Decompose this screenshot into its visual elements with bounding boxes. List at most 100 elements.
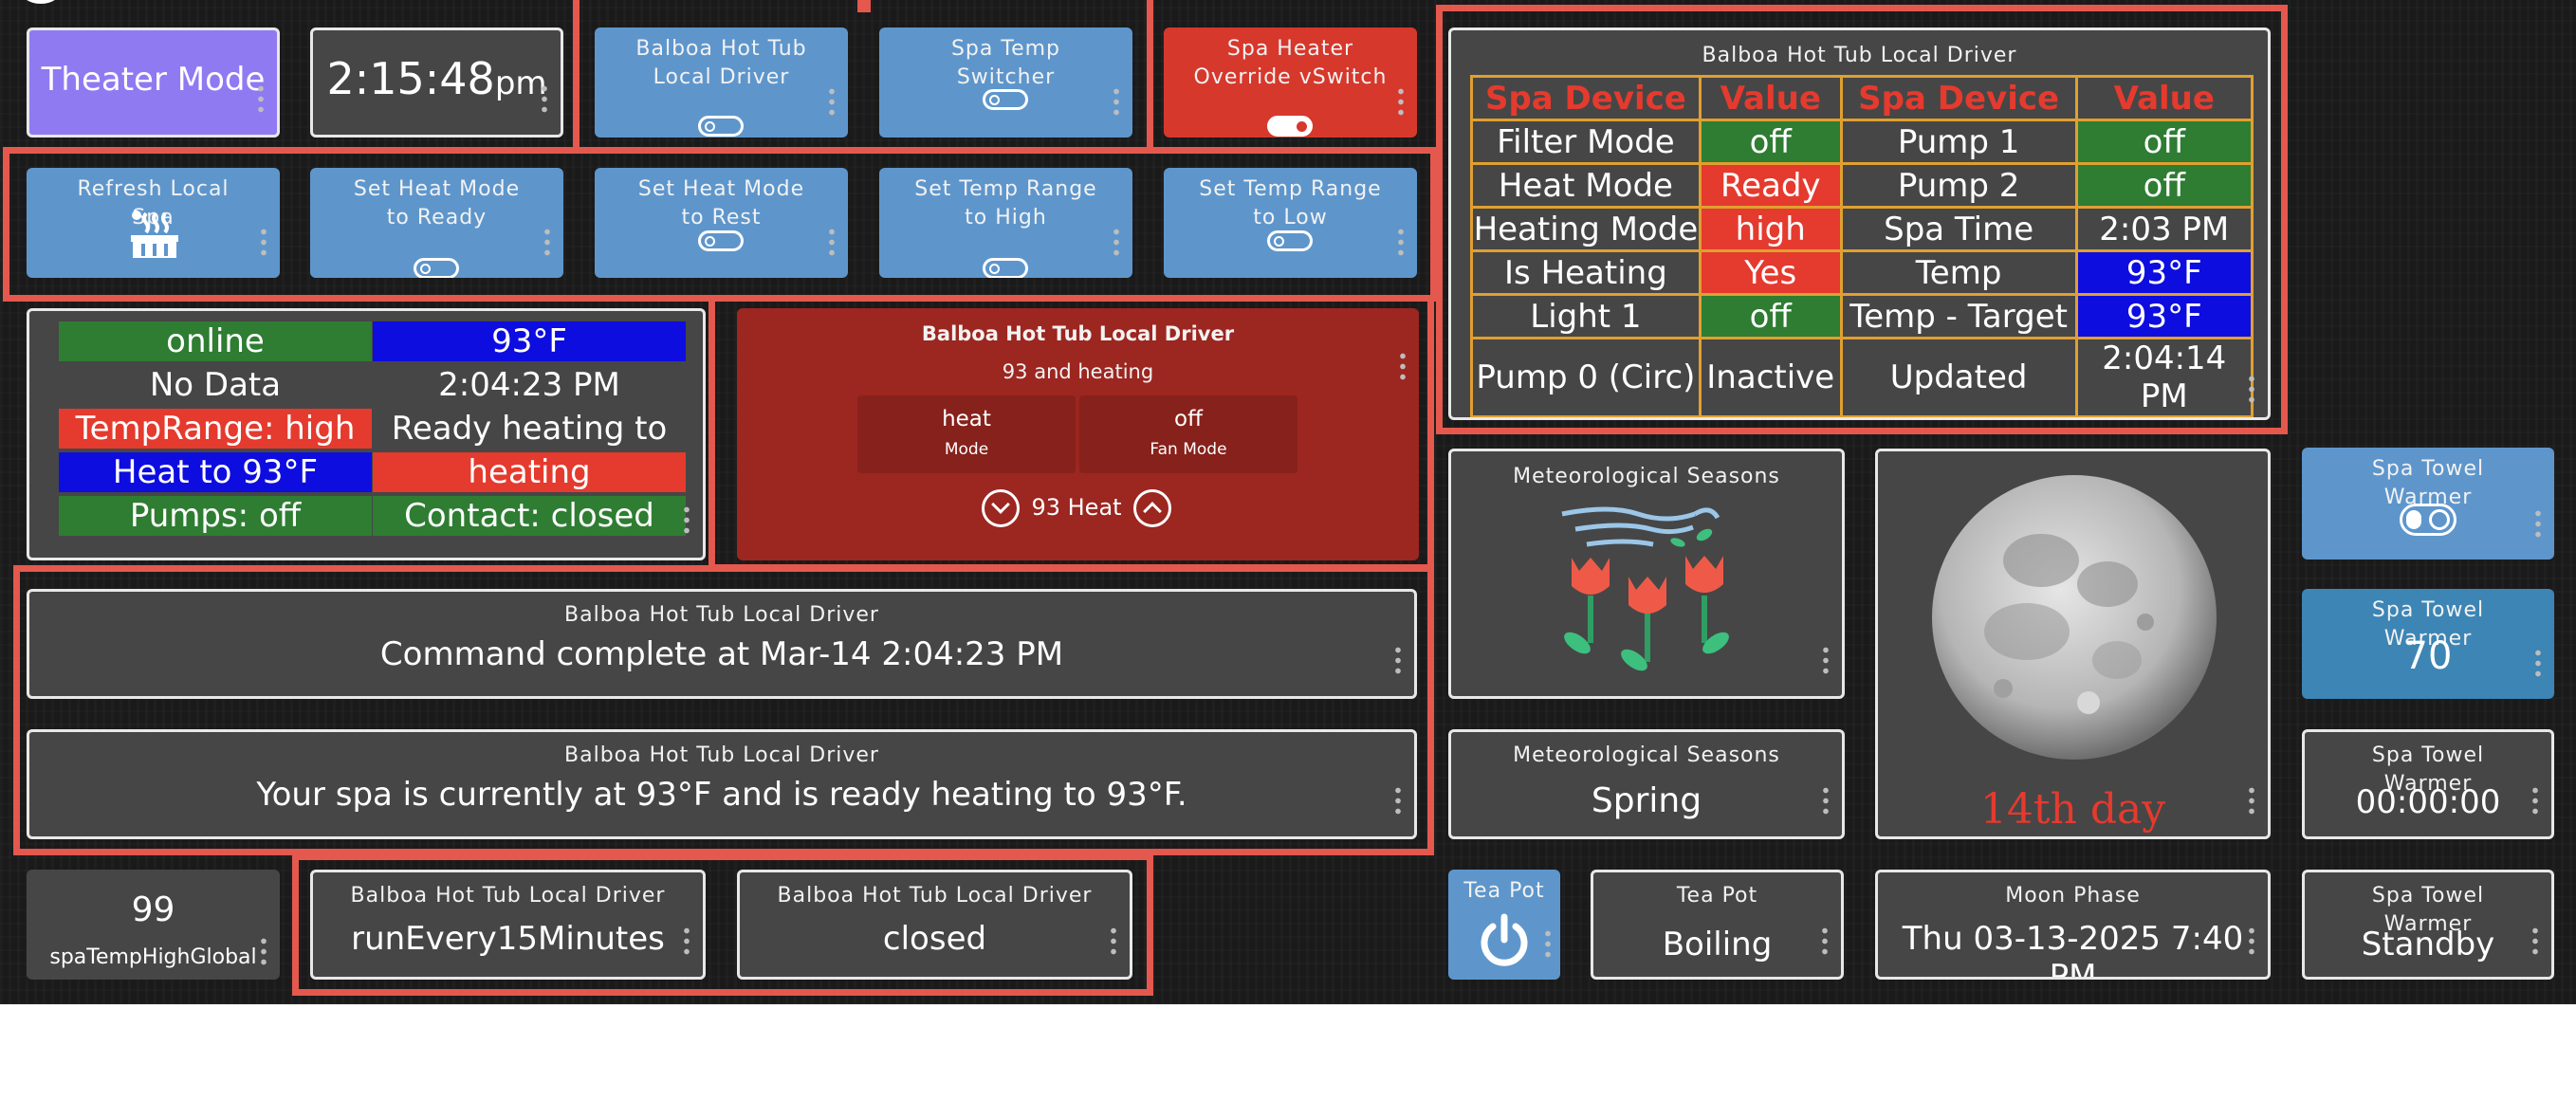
tea-pot-state-title: Tea Pot [1676, 884, 1758, 908]
tile-menu-icon[interactable] [2249, 926, 2254, 956]
tile-menu-icon[interactable] [1395, 785, 1401, 816]
tile-menu-icon[interactable] [684, 926, 690, 956]
spa-summary-cell: 2:04:23 PM [438, 366, 620, 404]
tile-menu-icon[interactable] [1113, 227, 1119, 257]
tile-menu-icon[interactable] [829, 227, 835, 257]
tea-pot-switch[interactable]: Tea Pot [1448, 870, 1560, 980]
command-status-title: Balboa Hot Tub Local Driver [564, 603, 879, 627]
tile-menu-icon[interactable] [2535, 648, 2541, 678]
tea-pot-state-tile: Tea Pot Boiling [1591, 870, 1844, 980]
thermostat-mode-value: heat [942, 407, 991, 431]
toggle-off-icon[interactable] [698, 230, 744, 251]
spa-summary-cell: Ready heating to 93°F [391, 410, 668, 487]
moon-phase-tile: Moon Phase Thu 03-13-2025 7:40 PM [1875, 870, 2271, 980]
tile-menu-icon[interactable] [1400, 351, 1406, 381]
spa-table-device-cell: Heat Mode [1470, 162, 1702, 209]
spa-table-device-cell: Spa Time [1839, 206, 2078, 252]
spa-table-value-cell: 2:04:14 PM [2074, 337, 2254, 417]
thermostat-setpoint: 93 Heat [1023, 494, 1130, 521]
spa-table-value-cell: off [1698, 293, 1843, 339]
towel-warmer-level[interactable]: Spa Towel Warmer 70 [2302, 589, 2554, 699]
tile-menu-icon[interactable] [2532, 926, 2538, 956]
spa-table-row: Is Heating Yes Temp 93°F [1470, 249, 2254, 296]
tile-menu-icon[interactable] [1822, 926, 1828, 956]
set-heat-ready-button[interactable]: Set Heat Mode to Ready [310, 168, 563, 278]
spa-table-value-cell: Yes [1698, 249, 1843, 296]
spa-message-value: Your spa is currently at 93°F and is rea… [256, 776, 1187, 814]
tile-menu-icon[interactable] [261, 227, 267, 257]
tile-menu-icon[interactable] [544, 227, 550, 257]
toggle-off-icon[interactable] [698, 116, 744, 137]
spa-table-row: Heat Mode Ready Pump 2 off [1470, 162, 2254, 209]
tile-menu-icon[interactable] [829, 86, 835, 117]
tile-menu-icon[interactable] [542, 83, 547, 114]
spa-temp-switcher[interactable]: Spa Temp Switcher [879, 28, 1132, 138]
spa-table-title: Balboa Hot Tub Local Driver [1702, 44, 2017, 67]
seasons-icon-title: Meteorological Seasons [1513, 465, 1780, 488]
spa-table-value-cell: 93°F [2074, 293, 2254, 339]
tile-menu-icon[interactable] [261, 936, 267, 966]
toggle-off-icon[interactable] [983, 89, 1028, 110]
set-range-low-label: Set Temp Range to Low [1199, 177, 1382, 229]
seasons-text-tile: Meteorological Seasons Spring [1448, 729, 1845, 839]
set-range-high-button[interactable]: Set Temp Range to High [879, 168, 1132, 278]
thermostat-setpoint-mode: Heat [1067, 494, 1122, 521]
tile-menu-icon[interactable] [1398, 227, 1404, 257]
toggle-off-icon[interactable] [414, 258, 459, 278]
refresh-local-spa-button[interactable]: Refresh Local Spa [27, 168, 280, 278]
spa-table-row: Pump 0 (Circ) Inactive Updated 2:04:14 PM [1470, 337, 2254, 417]
toggle-off-icon[interactable] [1267, 230, 1313, 251]
chevron-up-icon[interactable] [1133, 489, 1171, 527]
tile-menu-icon[interactable] [1823, 785, 1829, 816]
command-status-value: Command complete at Mar-14 2:04:23 PM [379, 635, 1064, 673]
tile-menu-icon[interactable] [2535, 508, 2541, 539]
tea-pot-switch-title: Tea Pot [1463, 879, 1545, 903]
towel-warmer-timer-value: 00:00:00 [2355, 783, 2501, 821]
moon-day-label: 14th day [1979, 785, 2166, 834]
set-heat-rest-button[interactable]: Set Heat Mode to Rest [595, 168, 848, 278]
chevron-down-icon[interactable] [982, 489, 1020, 527]
tile-menu-icon[interactable] [2249, 374, 2254, 404]
toggle-on-icon[interactable] [2400, 504, 2456, 536]
tile-menu-icon[interactable] [684, 504, 690, 535]
spa-table-value-cell: Inactive [1698, 337, 1843, 417]
heater-override-switch[interactable]: Spa Heater Override vSwitch [1164, 28, 1417, 138]
toggle-on-icon[interactable] [1267, 116, 1313, 137]
tile-menu-icon[interactable] [1823, 645, 1829, 675]
set-heat-rest-label: Set Heat Mode to Rest [637, 177, 805, 229]
spa-table-header-cell: Value [1698, 75, 1843, 121]
spa-message-tile: Balboa Hot Tub Local Driver Your spa is … [27, 729, 1417, 839]
corner-avatar [19, 0, 63, 4]
tile-menu-icon[interactable] [258, 83, 264, 114]
command-status-tile: Balboa Hot Tub Local Driver Command comp… [27, 589, 1417, 699]
thermostat-fan-label: Fan Mode [1150, 440, 1227, 459]
global-variable-label: spaTempHighGlobal [49, 945, 257, 969]
set-range-high-label: Set Temp Range to High [914, 177, 1097, 229]
contact-title: Balboa Hot Tub Local Driver [777, 884, 1093, 908]
tile-menu-icon[interactable] [1111, 926, 1116, 956]
tile-menu-icon[interactable] [1398, 86, 1404, 117]
tile-menu-icon[interactable] [2249, 785, 2254, 816]
moon-phase-value: Thu 03-13-2025 7:40 PM [1902, 920, 2244, 980]
spa-table-device-cell: Heating Mode [1470, 206, 1702, 252]
spa-table-value-cell: Ready [1698, 162, 1843, 209]
seasons-text-title: Meteorological Seasons [1513, 743, 1780, 767]
run-every-tile: Balboa Hot Tub Local Driver runEvery15Mi… [310, 870, 706, 980]
tile-menu-icon[interactable] [1545, 928, 1551, 959]
thermostat-fan-value: off [1174, 407, 1203, 431]
theater-mode-button[interactable]: Theater Mode [27, 28, 280, 138]
tile-menu-icon[interactable] [2532, 785, 2538, 816]
highlight-frame-notch [857, 0, 871, 12]
spa-table-value-cell: 93°F [2074, 249, 2254, 296]
spa-summary-cell: Contact: closed [373, 496, 686, 536]
toggle-off-icon[interactable] [983, 258, 1028, 278]
full-moon-icon [1932, 475, 2217, 760]
spring-tulips-icon [1561, 506, 1729, 671]
spa-table-device-cell: Is Heating [1470, 249, 1702, 296]
towel-warmer-switch[interactable]: Spa Towel Warmer [2302, 448, 2554, 560]
tile-menu-icon[interactable] [1113, 86, 1119, 117]
tile-menu-icon[interactable] [1395, 645, 1401, 675]
set-heat-ready-label: Set Heat Mode to Ready [353, 177, 521, 229]
set-range-low-button[interactable]: Set Temp Range to Low [1164, 168, 1417, 278]
balboa-driver-switch[interactable]: Balboa Hot Tub Local Driver [595, 28, 848, 138]
